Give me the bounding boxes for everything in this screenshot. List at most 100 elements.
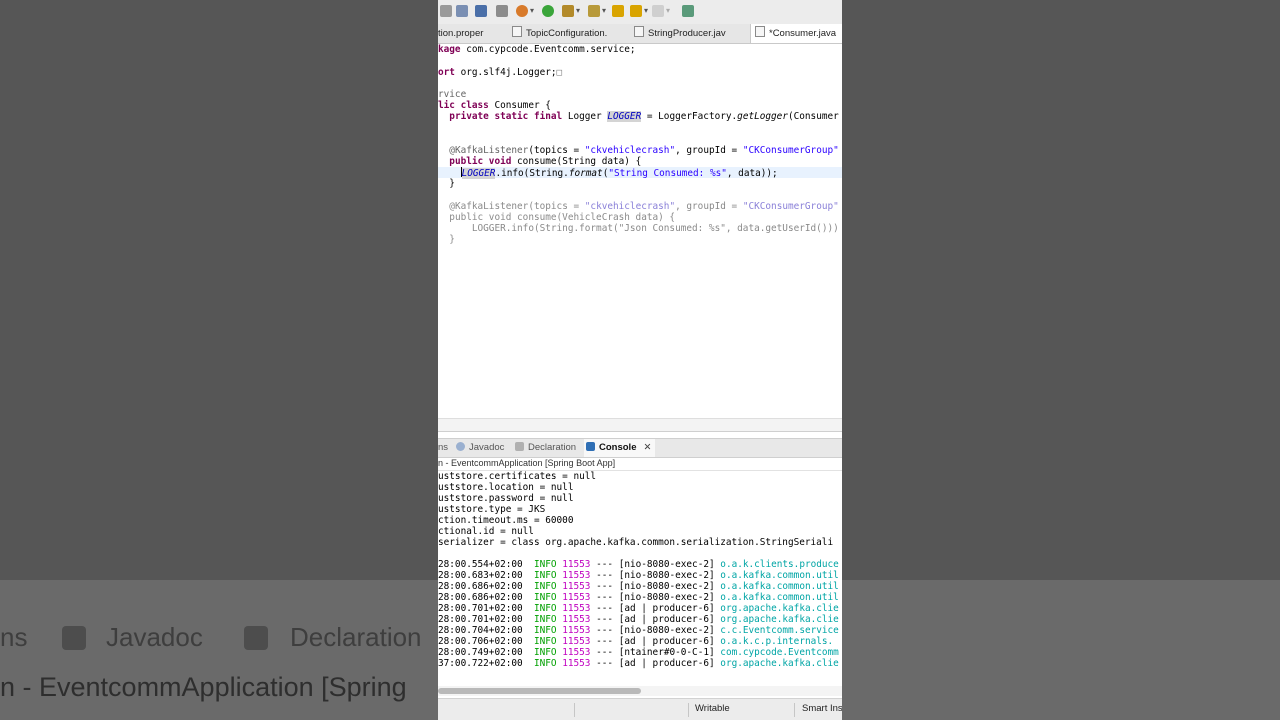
log-sep: ---: [596, 581, 614, 592]
console-log-line: 28:00.686+02:00 INFO 11553 --- [nio-8080…: [438, 592, 839, 603]
editor-tabs: tion.proper TopicConfiguration. StringPr…: [438, 24, 842, 44]
console-title: n - EventcommApplication [Spring Boot Ap…: [438, 457, 842, 471]
background-console-title: n - EventcommApplication [Spring: [0, 672, 407, 702]
package-icon[interactable]: [516, 5, 528, 17]
console-line: uststore.location = null: [438, 482, 574, 493]
close-icon[interactable]: ✕: [643, 442, 651, 453]
console-output[interactable]: uststore.certificates = null uststore.loc…: [438, 470, 842, 685]
code-line: rvice: [438, 89, 467, 100]
back-arrow-icon[interactable]: [612, 5, 624, 17]
log-thread: [ad | producer-6]: [618, 603, 715, 614]
console-log-line: 28:00.704+02:00 INFO 11553 --- [nio-8080…: [438, 625, 839, 636]
log-time: 28:00.706+02:00: [438, 636, 523, 647]
status-divider: [574, 703, 575, 717]
background-tab-label: ns: [0, 622, 28, 652]
background-tab-label: Javadoc: [106, 622, 203, 652]
log-time: 28:00.683+02:00: [438, 570, 523, 581]
tab-consumer-java[interactable]: *Consumer.java ✕: [750, 24, 842, 43]
log-sep: ---: [596, 559, 614, 570]
log-level: INFO: [533, 625, 557, 636]
log-sep: ---: [596, 614, 614, 625]
log-time: 28:00.704+02:00: [438, 625, 523, 636]
log-pid: 11553: [562, 614, 591, 625]
editor-horizontal-scrollbar[interactable]: [438, 418, 842, 432]
console-horizontal-scrollbar[interactable]: [438, 686, 842, 696]
scrollbar-thumb[interactable]: [438, 688, 641, 694]
console-line: ction.timeout.ms = 60000: [438, 515, 574, 526]
log-logger: c.c.Eventcomm.service: [720, 625, 839, 636]
navigate-forward-icon[interactable]: [652, 5, 664, 17]
tab-label: *Consumer.java: [769, 28, 837, 39]
console-line: uststore.password = null: [438, 493, 574, 504]
chevron-down-icon[interactable]: ▾: [530, 6, 534, 15]
code-editor[interactable]: kage com.cypcode.Eventcomm.service; ort …: [438, 44, 842, 418]
log-logger: o.a.kafka.common.util: [720, 581, 839, 592]
chevron-down-icon[interactable]: ▾: [602, 6, 606, 15]
log-logger: o.a.kafka.common.util: [720, 592, 839, 603]
chevron-down-icon[interactable]: ▾: [644, 6, 648, 15]
log-thread: [ad | producer-6]: [618, 614, 715, 625]
log-logger: org.apache.kafka.clie: [720, 658, 839, 669]
log-sep: ---: [596, 570, 614, 581]
code-line: public void consume(VehicleCrash data) {: [449, 212, 676, 223]
log-time: 28:00.701+02:00: [438, 603, 523, 614]
search-icon[interactable]: [496, 5, 508, 17]
annotation-icon[interactable]: [562, 5, 574, 17]
run-icon[interactable]: [542, 5, 554, 17]
code-line: ort org.slf4j.Logger;□: [438, 67, 563, 78]
annotation-next-icon[interactable]: [588, 5, 600, 17]
tab-topic-configuration[interactable]: TopicConfiguration.: [512, 24, 607, 43]
console-log-line: 28:00.749+02:00 INFO 11553 --- [ntainer#…: [438, 647, 839, 658]
console-log-line: 28:00.701+02:00 INFO 11553 --- [ad | pro…: [438, 603, 839, 614]
console-icon: [586, 442, 595, 451]
log-sep: ---: [596, 603, 614, 614]
log-level: INFO: [533, 636, 557, 647]
navigate-back-icon[interactable]: [630, 5, 642, 17]
java-file-icon: [755, 26, 765, 37]
log-pid: 11553: [562, 658, 591, 669]
log-logger: o.a.k.c.p.internals.: [720, 636, 834, 647]
chevron-down-icon[interactable]: ▾: [576, 6, 580, 15]
toolbar-icon[interactable]: [440, 5, 452, 17]
tab-problems[interactable]: ns: [438, 439, 448, 457]
status-writable: Writable: [695, 703, 730, 714]
code-line: @KafkaListener(topics = "ckvehiclecrash"…: [449, 145, 839, 156]
tab-application-properties[interactable]: tion.proper: [438, 24, 483, 43]
console-line: ctional.id = null: [438, 526, 534, 537]
chevron-down-icon[interactable]: ▾: [666, 6, 670, 15]
code-line: public void consume(String data) {: [449, 156, 642, 167]
code-line: lic class Consumer {: [438, 100, 551, 111]
tab-console[interactable]: Console ✕: [584, 439, 656, 457]
status-insert-mode: Smart Ins: [802, 703, 842, 714]
log-logger: org.apache.kafka.clie: [720, 603, 839, 614]
log-thread: [nio-8080-exec-2]: [618, 570, 715, 581]
log-level: INFO: [533, 658, 557, 669]
code-line: LOGGER.info(String.format("Json Consumed…: [471, 223, 839, 234]
log-pid: 11553: [562, 636, 591, 647]
console-log-line: 28:00.683+02:00 INFO 11553 --- [nio-8080…: [438, 570, 839, 581]
tab-javadoc[interactable]: Javadoc: [456, 439, 504, 457]
log-level: INFO: [533, 592, 557, 603]
tab-declaration[interactable]: Declaration: [515, 439, 576, 457]
open-perspective-icon[interactable]: [682, 5, 694, 17]
java-file-icon: [634, 26, 644, 37]
javadoc-icon: [456, 442, 465, 451]
log-thread: [nio-8080-exec-2]: [618, 559, 715, 570]
bottom-panel-tabs: ns Javadoc Declaration Console ✕: [438, 438, 842, 458]
console-log-line: 28:00.554+02:00 INFO 11553 --- [nio-8080…: [438, 559, 839, 570]
java-file-icon: [512, 26, 522, 37]
log-pid: 11553: [562, 570, 591, 581]
log-logger: o.a.kafka.common.util: [720, 570, 839, 581]
console-view-icon[interactable]: [475, 5, 487, 17]
console-log-line: 28:00.706+02:00 INFO 11553 --- [ad | pro…: [438, 636, 833, 647]
log-time: 28:00.686+02:00: [438, 592, 523, 603]
console-log-line: 28:00.701+02:00 INFO 11553 --- [ad | pro…: [438, 614, 839, 625]
tab-string-producer[interactable]: StringProducer.jav: [634, 24, 726, 43]
log-thread: [nio-8080-exec-2]: [618, 581, 715, 592]
log-thread: [nio-8080-exec-2]: [618, 592, 715, 603]
log-pid: 11553: [562, 592, 591, 603]
log-time: 37:00.722+02:00: [438, 658, 523, 669]
declaration-icon: [244, 626, 268, 650]
code-line: kage com.cypcode.Eventcomm.service;: [438, 44, 636, 55]
paragraph-icon[interactable]: [456, 5, 468, 17]
